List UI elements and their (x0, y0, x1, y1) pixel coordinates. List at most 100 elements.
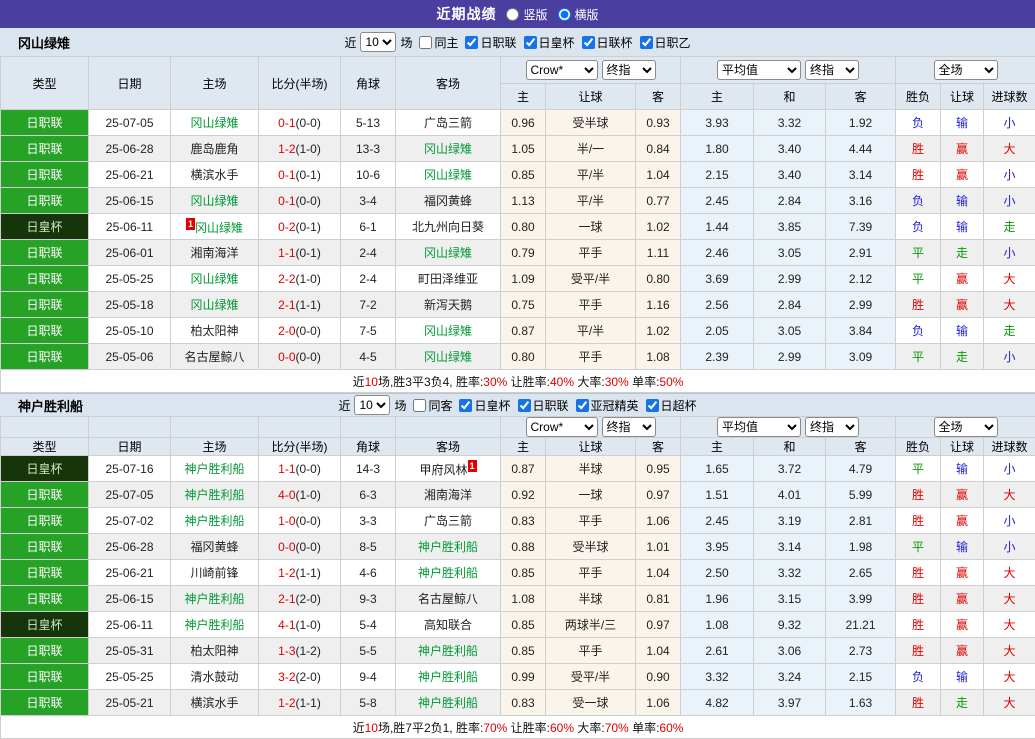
corners-cell: 9-3 (341, 586, 396, 612)
away-team-name[interactable]: 冈山绿雉 (424, 246, 472, 260)
table-row: 日皇杯25-06-111冈山绿雉0-2(0-1)6-1北九州向日葵0.80一球1… (1, 214, 1035, 240)
date-cell: 25-06-21 (89, 162, 171, 188)
home-team-name[interactable]: 湘南海洋 (190, 246, 238, 260)
score-cell: 0-0(0-0) (259, 534, 341, 560)
home-team-name[interactable]: 名古屋鲸八 (184, 350, 244, 364)
table-row: 日职联25-06-15神户胜利船2-1(2-0)9-3名古屋鲸八1.08半球0.… (1, 586, 1035, 612)
result-goals-value: 小 (1003, 462, 1015, 476)
result-goals: 大 (984, 690, 1035, 716)
average-select[interactable]: 平均值 (717, 417, 801, 437)
layout-option-vertical[interactable]: 竖版 (506, 6, 547, 23)
halftime-score: (0-0) (296, 116, 321, 130)
away-team-name[interactable]: 神户胜利船 (418, 670, 478, 684)
home-team-name[interactable]: 冈山绿雉 (190, 116, 238, 130)
scope-select[interactable]: 全场 (934, 417, 998, 437)
home-team-name[interactable]: 川崎前锋 (190, 566, 238, 580)
league-checkbox[interactable] (524, 36, 537, 49)
scope-select[interactable]: 全场 (934, 60, 998, 80)
away-team-name[interactable]: 冈山绿雉 (424, 350, 472, 364)
home-team-name[interactable]: 冈山绿雉 (195, 221, 243, 235)
bookmaker-select[interactable]: Crow* (526, 60, 598, 80)
home-team-name[interactable]: 神户胜利船 (184, 514, 244, 528)
result-handicap: 输 (941, 534, 984, 560)
fullmatch-group: 全场 (896, 57, 1035, 84)
away-team-name[interactable]: 广岛三箭 (424, 514, 472, 528)
same-venue-checkbox[interactable] (419, 36, 432, 49)
home-team-name[interactable]: 柏太阳神 (190, 644, 238, 658)
away-team-name[interactable]: 町田泽维亚 (418, 272, 478, 286)
final-odds-select[interactable]: 终指 (805, 60, 859, 80)
home-team-name[interactable]: 横滨水手 (190, 696, 238, 710)
league-checkbox[interactable] (582, 36, 595, 49)
home-team-name[interactable]: 柏太阳神 (190, 324, 238, 338)
home-team-name[interactable]: 神户胜利船 (184, 488, 244, 502)
league-checkbox[interactable] (576, 399, 589, 412)
result-outcome-value: 平 (912, 246, 924, 260)
away-team-name[interactable]: 广岛三箭 (424, 116, 472, 130)
recent-count-select[interactable]: 10 (354, 395, 390, 415)
corners-cell: 14-3 (341, 456, 396, 482)
league-checkbox[interactable] (518, 399, 531, 412)
result-outcome-value: 胜 (912, 488, 924, 502)
score-cell: 2-0(0-0) (259, 318, 341, 344)
home-team-name[interactable]: 冈山绿雉 (190, 298, 238, 312)
final-odds-select[interactable]: 终指 (602, 417, 656, 437)
result-goals: 大 (984, 612, 1035, 638)
away-team-name[interactable]: 北九州向日葵 (412, 220, 484, 234)
layout-option-horizontal[interactable]: 横版 (558, 6, 599, 23)
home-team-name[interactable]: 横滨水手 (190, 168, 238, 182)
league-checkbox[interactable] (465, 36, 478, 49)
away-team-name[interactable]: 冈山绿雉 (424, 168, 472, 182)
home-team-name[interactable]: 冈山绿雉 (190, 272, 238, 286)
away-team-name[interactable]: 冈山绿雉 (424, 142, 472, 156)
result-goals-value: 大 (1003, 488, 1015, 502)
home-team-name[interactable]: 福冈黄蜂 (190, 540, 238, 554)
home-team-name[interactable]: 神户胜利船 (184, 618, 244, 632)
away-team-name[interactable]: 新泻天鹅 (424, 298, 472, 312)
handicap-line: 平手 (546, 344, 636, 370)
league-cell: 日皇杯 (1, 214, 89, 240)
home-team-name[interactable]: 鹿岛鹿角 (190, 142, 238, 156)
bookmaker-select[interactable]: Crow* (526, 417, 598, 437)
away-team-cell: 甲府风林1 (396, 456, 501, 482)
away-team-name[interactable]: 甲府风林 (419, 463, 467, 477)
away-team-name[interactable]: 神户胜利船 (418, 644, 478, 658)
result-goals-value: 大 (1003, 298, 1015, 312)
final-odds-select[interactable]: 终指 (602, 60, 656, 80)
horizontal-layout-radio[interactable] (558, 8, 571, 21)
away-team-name[interactable]: 神户胜利船 (418, 540, 478, 554)
away-team-name[interactable]: 神户胜利船 (418, 696, 478, 710)
away-team-name[interactable]: 湘南海洋 (424, 488, 472, 502)
sub-header: 客 (636, 84, 681, 110)
league-checkbox[interactable] (459, 399, 472, 412)
league-cell: 日职联 (1, 586, 89, 612)
home-team-name[interactable]: 神户胜利船 (184, 462, 244, 476)
table-row: 日职联25-06-21川崎前锋1-2(1-1)4-6神户胜利船0.85平手1.0… (1, 560, 1035, 586)
result-goals: 小 (984, 534, 1035, 560)
league-cell: 日职联 (1, 188, 89, 214)
sub-header: 进球数 (984, 84, 1035, 110)
away-team-name[interactable]: 高知联合 (424, 618, 472, 632)
avg-away: 3.99 (826, 586, 896, 612)
away-team-name[interactable]: 名古屋鲸八 (418, 592, 478, 606)
same-venue-checkbox[interactable] (413, 399, 426, 412)
vertical-layout-radio[interactable] (506, 8, 519, 21)
away-team-name[interactable]: 神户胜利船 (418, 566, 478, 580)
away-team-name[interactable]: 冈山绿雉 (424, 324, 472, 338)
recent-count-select[interactable]: 10 (360, 32, 396, 52)
home-team-name[interactable]: 清水鼓动 (190, 670, 238, 684)
result-goals-value: 大 (1003, 618, 1015, 632)
date-cell: 25-07-05 (89, 110, 171, 136)
result-goals-value: 走 (1003, 324, 1015, 338)
league-checkbox[interactable] (646, 399, 659, 412)
final-odds-select[interactable]: 终指 (805, 417, 859, 437)
league-checkbox[interactable] (640, 36, 653, 49)
col-header: 类型 (1, 438, 89, 456)
home-team-name[interactable]: 神户胜利船 (184, 592, 244, 606)
average-select[interactable]: 平均值 (717, 60, 801, 80)
avg-home: 2.15 (681, 162, 754, 188)
corners-cell: 9-4 (341, 664, 396, 690)
corners-cell: 4-6 (341, 560, 396, 586)
home-team-name[interactable]: 冈山绿雉 (190, 194, 238, 208)
away-team-name[interactable]: 福冈黄蜂 (424, 194, 472, 208)
